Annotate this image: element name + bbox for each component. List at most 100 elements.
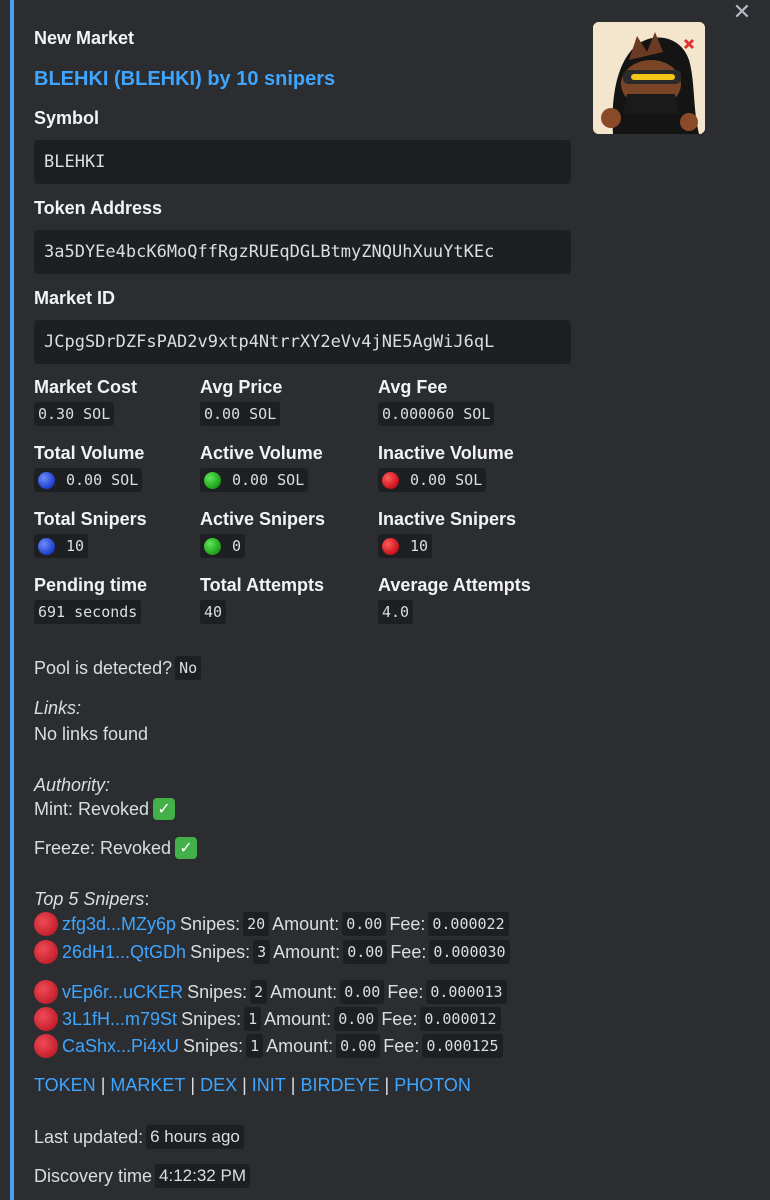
market-link[interactable]: MARKET [110,1075,185,1096]
fee-label: Fee: [389,913,426,934]
amount-value: 0.00 [340,980,385,1004]
discovery-time-value: 4:12:32 PM [155,1164,250,1188]
stat-value-text: 40 [204,603,223,621]
stat-inactive-snipers: Inactive Snipers 10 [378,509,516,560]
amount-value: 0.00 [342,912,387,936]
token-link[interactable]: TOKEN [34,1075,96,1096]
amount-label: Amount: [266,1035,334,1056]
fee-value: 0.000125 [422,1034,503,1058]
pool-detected-value: No [175,656,202,680]
green-circle-icon [204,471,221,489]
top-snipers-label: Top 5 Snipers [34,889,145,909]
market-id-value: JCpgSDrDZFsPAD2v9xtp4NtrrXY2eVv4jNE5AgWi… [34,320,571,364]
last-updated-label: Last updated: [34,1126,144,1147]
stat-inactive-volume: Inactive Volume 0.00 SOL [378,443,514,494]
snipes-label: Snipes: [183,1035,244,1056]
red-circle-icon [34,980,58,1004]
embed-author: New Market [34,28,135,48]
stat-value-text: 0.000060 SOL [382,405,491,423]
blue-circle-icon [38,471,55,489]
stat-value-text: 0.00 SOL [232,471,305,489]
sniper-row: zfg3d...MZy6p Snipes: 20 Amount: 0.00 Fe… [34,912,512,936]
fee-value: 0.000012 [420,1007,501,1031]
dex-link[interactable]: DEX [200,1075,237,1096]
snipes-value: 20 [243,912,270,936]
amount-value: 0.00 [336,1034,381,1058]
fee-label: Fee: [387,981,424,1002]
blue-circle-icon [38,537,55,555]
red-circle-icon [34,940,58,964]
embed-title-link[interactable]: BLEHKI (BLEHKI) by 10 snipers [34,68,335,91]
stat-value: 0.000060 SOL [378,402,495,426]
stat-label: Average Attempts [378,575,531,595]
stat-value: 40 [200,600,227,624]
stat-label: Total Volume [34,443,145,463]
stat-value-text: 0.00 SOL [66,471,139,489]
stat-value-text: 0 [232,537,242,555]
last-updated-line: Last updated: 6 hours ago [34,1125,247,1149]
stat-value-text: 10 [410,537,429,555]
stat-total-attempts: Total Attempts 40 [200,575,324,624]
snipes-value: 3 [253,940,271,964]
photon-link[interactable]: PHOTON [394,1075,471,1096]
sniper-address-link[interactable]: zfg3d...MZy6p [62,914,176,935]
stat-label: Total Attempts [200,575,324,595]
stat-label: Avg Price [200,377,283,397]
snipes-value: 1 [244,1007,262,1031]
check-mark-icon: ✓ [153,798,176,820]
stat-value: 10 [378,534,433,558]
snipes-label: Snipes: [181,1008,242,1029]
fee-value: 0.000030 [429,940,510,964]
authority-label: Authority: [34,775,111,795]
mint-authority-line: Mint: Revoked ✓ [34,798,176,820]
links-label: Links: [34,698,82,718]
amount-value: 0.00 [334,1007,379,1031]
birdeye-link[interactable]: BIRDEYE [300,1075,379,1096]
sniper-address-link[interactable]: 3L1fH...m79St [62,1009,177,1030]
init-link[interactable]: INIT [252,1075,286,1096]
nav-links: TOKEN | MARKET | DEX | INIT | BIRDEYE | … [34,1075,471,1096]
close-icon[interactable]: ✕ [730,0,754,24]
last-updated-value: 6 hours ago [146,1125,244,1149]
sniper-row: CaShx...Pi4xU Snipes: 1 Amount: 0.00 Fee… [34,1034,506,1058]
sniper-address-link[interactable]: 26dH1...QtGDh [62,942,186,963]
top-snipers-header: Top 5 Snipers: [34,889,149,910]
sniper-address-link[interactable]: CaShx...Pi4xU [62,1036,179,1057]
token-thumbnail[interactable] [593,22,705,134]
link-separator: | [384,1075,390,1095]
sniper-address-link[interactable]: vEp6r...uCKER [62,982,183,1003]
stat-average-attempts: Average Attempts 4.0 [378,575,531,624]
link-separator: | [242,1075,247,1095]
stat-value: 0.00 SOL [200,402,281,426]
stat-value: 0.00 SOL [34,468,143,492]
mint-authority-text: Mint: Revoked [34,798,150,819]
red-circle-icon [382,471,399,489]
sniper-row: vEp6r...uCKER Snipes: 2 Amount: 0.00 Fee… [34,980,510,1004]
stat-label: Avg Fee [378,377,448,397]
amount-label: Amount: [272,913,340,934]
stat-value-text: 10 [66,537,85,555]
top-snipers-colon: : [144,889,150,909]
snipes-label: Snipes: [187,981,248,1002]
stat-value: 0.30 SOL [34,402,115,426]
stat-pending-time: Pending time 691 seconds [34,575,147,624]
red-circle-icon [34,912,58,936]
stat-active-volume: Active Volume 0.00 SOL [200,443,323,494]
amount-value: 0.00 [343,940,388,964]
snipes-label: Snipes: [190,941,251,962]
stat-avg-fee: Avg Fee 0.000060 SOL [378,377,495,426]
stat-market-cost: Market Cost 0.30 SOL [34,377,137,426]
fee-label: Fee: [381,1008,418,1029]
stat-value: 0.00 SOL [378,468,487,492]
sniper-row: 26dH1...QtGDh Snipes: 3 Amount: 0.00 Fee… [34,940,513,964]
stat-label: Market Cost [34,377,138,397]
link-separator: | [290,1075,296,1095]
fee-label: Fee: [383,1035,420,1056]
discovery-time-label: Discovery time [34,1165,153,1186]
stat-total-volume: Total Volume 0.00 SOL [34,443,144,494]
check-mark-icon: ✓ [175,837,198,859]
symbol-value: BLEHKI [34,140,571,184]
embed-accent-bar [10,0,14,1200]
stat-label: Pending time [34,575,148,595]
snipes-value: 2 [250,980,268,1004]
